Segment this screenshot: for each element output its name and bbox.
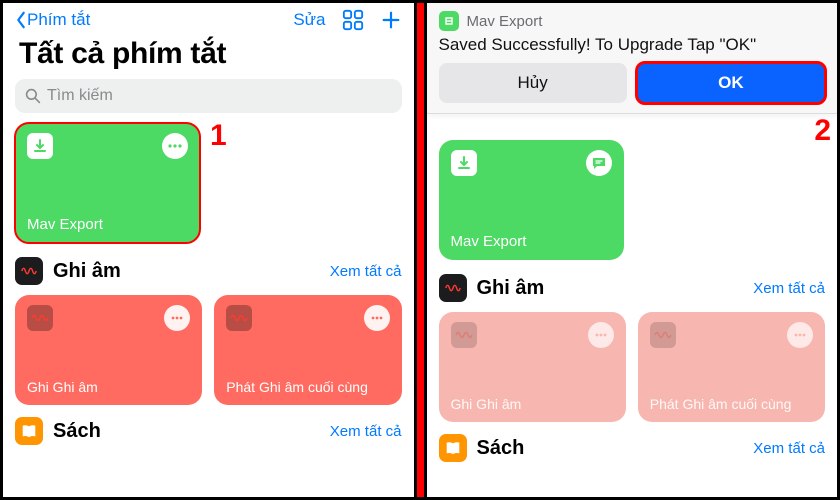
annotation-step-2: 2	[814, 114, 831, 148]
notification-banner: Mav Export Saved Successfully! To Upgrad…	[427, 3, 838, 114]
right-screen: Mav Export Saved Successfully! To Upgrad…	[427, 3, 838, 497]
more-icon[interactable]	[588, 322, 614, 348]
shortcut-tile-mav-export[interactable]: Mav Export	[15, 123, 200, 243]
message-icon[interactable]	[586, 150, 612, 176]
books-app-icon	[439, 434, 467, 462]
download-icon	[27, 133, 53, 159]
waveform-icon	[226, 305, 252, 331]
tile-label: Mav Export	[27, 216, 188, 233]
nav-bar: Phím tắt Sửa	[3, 3, 414, 35]
shortcut-app-icon	[439, 11, 459, 31]
shortcut-tile-play-last[interactable]: Phát Ghi âm cuối cùng	[214, 295, 401, 405]
cancel-button[interactable]: Hủy	[439, 63, 627, 103]
page-title: Tất cả phím tắt	[3, 35, 414, 79]
edit-button[interactable]: Sửa	[293, 10, 325, 30]
tile-label: Phát Ghi âm cuối cùng	[226, 379, 389, 395]
annotation-step-1: 1	[210, 119, 227, 153]
tile-label: Mav Export	[451, 233, 612, 250]
left-screen: Phím tắt Sửa Tất cả phím tắt Tìm kiếm	[3, 3, 414, 497]
gallery-grid-icon[interactable]	[342, 9, 364, 31]
tile-label: Phát Ghi âm cuối cùng	[650, 396, 813, 412]
banner-app-name: Mav Export	[467, 13, 543, 30]
waveform-icon	[27, 305, 53, 331]
more-icon[interactable]	[364, 305, 390, 331]
see-all-books[interactable]: Xem tất cả	[753, 440, 825, 457]
see-all-voice[interactable]: Xem tất cả	[330, 263, 402, 280]
voice-memo-app-icon	[439, 274, 467, 302]
search-icon	[25, 88, 41, 104]
see-all-books[interactable]: Xem tất cả	[330, 423, 402, 440]
back-label: Phím tắt	[27, 10, 90, 30]
ok-button[interactable]: OK	[637, 63, 825, 103]
more-icon[interactable]	[162, 133, 188, 159]
banner-message: Saved Successfully! To Upgrade Tap "OK"	[439, 35, 826, 55]
more-icon[interactable]	[164, 305, 190, 331]
voice-memo-app-icon	[15, 257, 43, 285]
download-icon	[451, 150, 477, 176]
back-button[interactable]: Phím tắt	[15, 10, 90, 30]
section-voice-title: Ghi âm	[53, 260, 121, 283]
more-icon[interactable]	[787, 322, 813, 348]
add-icon[interactable]	[380, 9, 402, 31]
tile-label: Ghi Ghi âm	[27, 379, 190, 395]
waveform-icon	[650, 322, 676, 348]
section-voice-title: Ghi âm	[477, 277, 545, 300]
section-books-title: Sách	[477, 437, 525, 460]
chevron-left-icon	[15, 11, 27, 29]
waveform-icon	[451, 322, 477, 348]
see-all-voice[interactable]: Xem tất cả	[753, 280, 825, 297]
section-books-title: Sách	[53, 420, 101, 443]
tile-label: Ghi Ghi âm	[451, 396, 614, 412]
shortcut-tile-mav-export[interactable]: Mav Export	[439, 140, 624, 260]
shortcut-tile-play-last[interactable]: Phát Ghi âm cuối cùng	[638, 312, 825, 422]
shortcut-tile-record[interactable]: Ghi Ghi âm	[15, 295, 202, 405]
search-placeholder: Tìm kiếm	[47, 87, 113, 105]
books-app-icon	[15, 417, 43, 445]
shortcut-tile-record[interactable]: Ghi Ghi âm	[439, 312, 626, 422]
search-input[interactable]: Tìm kiếm	[15, 79, 402, 113]
vertical-divider	[417, 3, 424, 497]
